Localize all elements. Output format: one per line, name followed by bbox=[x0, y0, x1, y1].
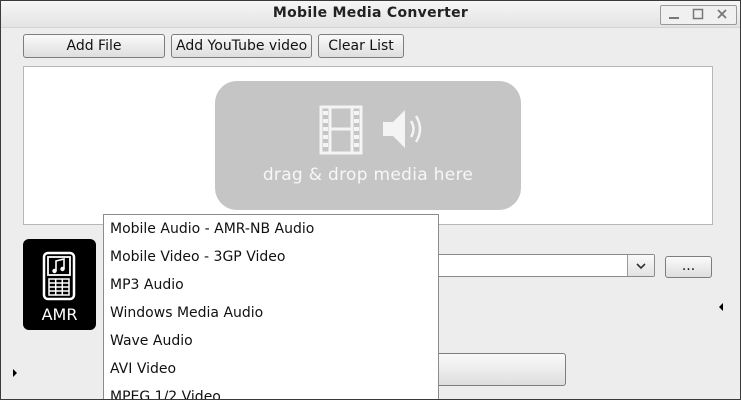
drop-hint-text: drag & drop media here bbox=[262, 165, 474, 185]
maximize-icon[interactable] bbox=[687, 6, 709, 22]
music-phone-icon bbox=[42, 251, 76, 301]
collapse-left-arrow-icon[interactable] bbox=[719, 303, 723, 311]
dropdown-item-wma[interactable]: Windows Media Audio bbox=[110, 299, 263, 327]
title-bar[interactable]: Mobile Media Converter bbox=[1, 1, 740, 28]
format-icon-label: AMR bbox=[41, 305, 78, 324]
minimize-icon[interactable] bbox=[663, 6, 685, 22]
browse-button[interactable]: ... bbox=[665, 256, 712, 278]
add-file-button[interactable]: Add File bbox=[23, 34, 165, 58]
main-window: Mobile Media Converter Add File Add YouT… bbox=[0, 0, 741, 400]
speaker-icon bbox=[383, 110, 422, 148]
dropdown-item-amr-nb[interactable]: Mobile Audio - AMR-NB Audio bbox=[110, 215, 314, 243]
output-format-select[interactable] bbox=[437, 254, 655, 277]
chevron-down-icon[interactable] bbox=[627, 255, 654, 276]
format-dropdown-list[interactable]: Mobile Audio - AMR-NB Audio Mobile Video… bbox=[103, 214, 439, 399]
add-youtube-video-button[interactable]: Add YouTube video bbox=[171, 34, 312, 58]
film-icon bbox=[319, 105, 363, 155]
close-icon[interactable] bbox=[711, 6, 733, 22]
expand-right-arrow-icon[interactable] bbox=[13, 369, 17, 377]
dropdown-item-mp3[interactable]: MP3 Audio bbox=[110, 271, 184, 299]
dropdown-item-mpeg[interactable]: MPEG 1/2 Video bbox=[110, 383, 221, 399]
dropdown-item-avi[interactable]: AVI Video bbox=[110, 355, 176, 383]
drop-zone: drag & drop media here bbox=[215, 81, 521, 210]
clear-list-button[interactable]: Clear List bbox=[318, 34, 404, 58]
dropdown-item-wave[interactable]: Wave Audio bbox=[110, 327, 193, 355]
output-format-icon[interactable]: AMR bbox=[23, 239, 96, 330]
convert-button[interactable] bbox=[431, 353, 566, 386]
window-title: Mobile Media Converter bbox=[272, 5, 469, 21]
dropdown-item-3gp[interactable]: Mobile Video - 3GP Video bbox=[110, 243, 285, 271]
file-list-drop-area[interactable]: drag & drop media here bbox=[23, 66, 713, 225]
